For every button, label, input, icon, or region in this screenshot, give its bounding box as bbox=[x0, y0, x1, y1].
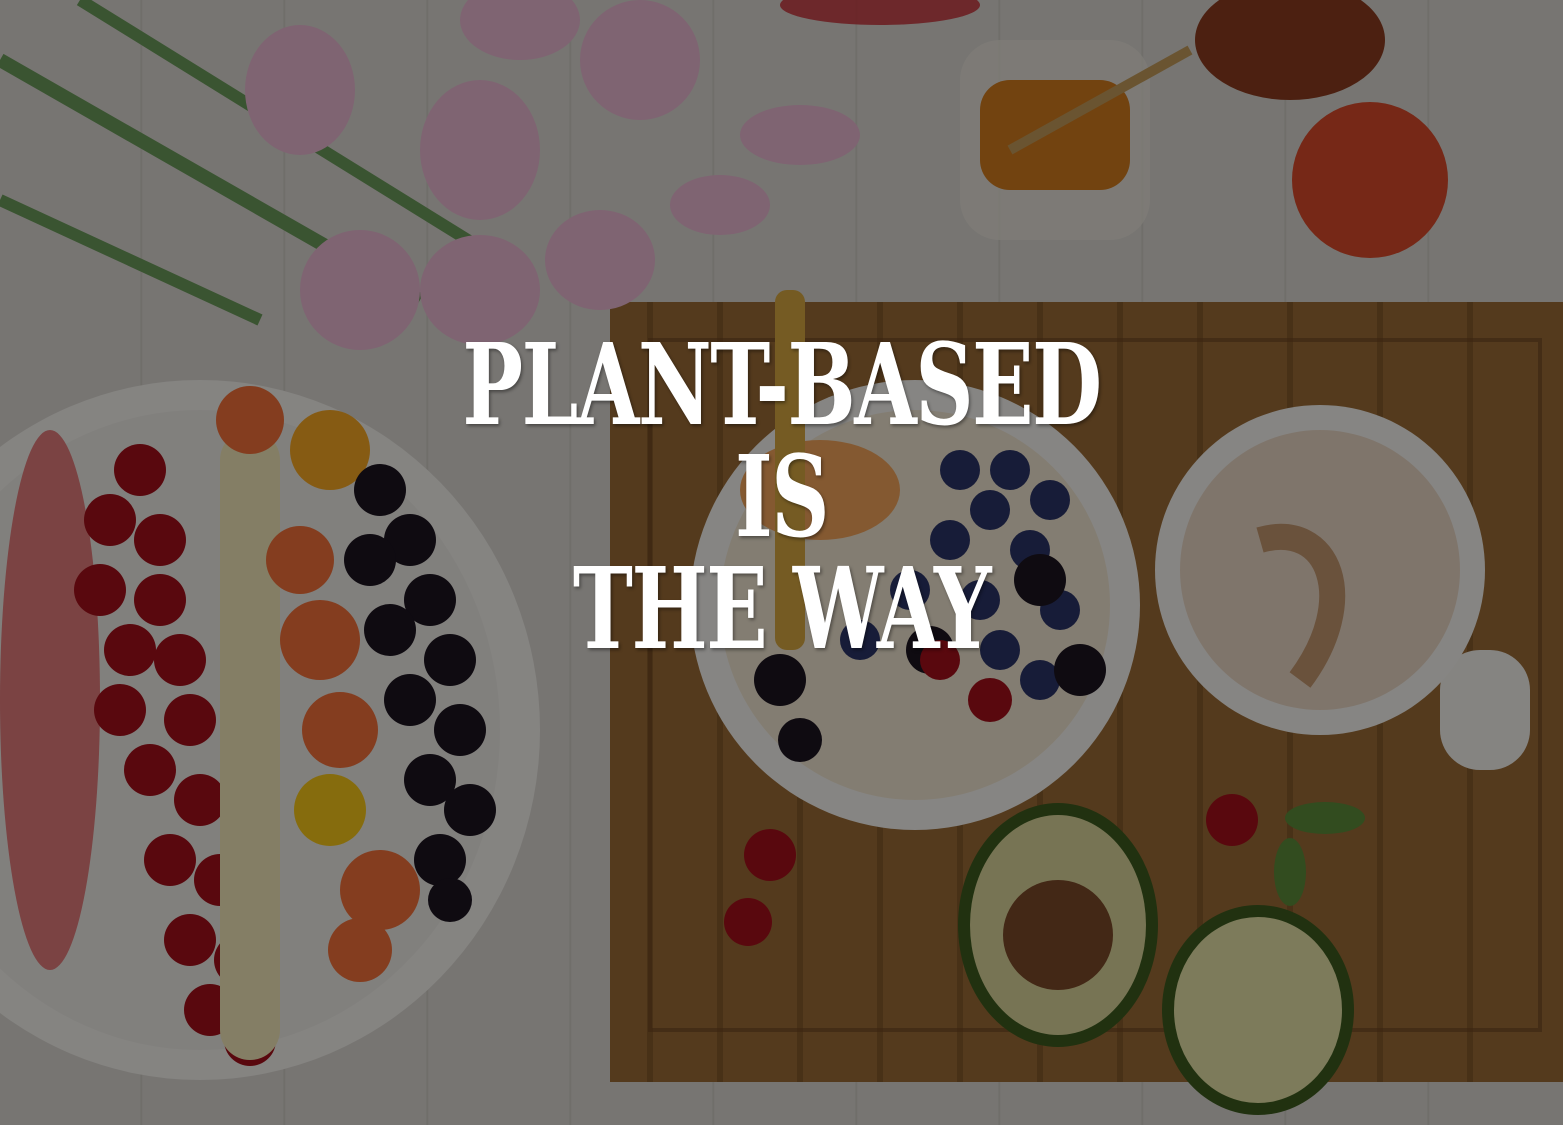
headline-line-3: THE WAY bbox=[572, 544, 992, 675]
headline-line-2: IS bbox=[734, 432, 830, 563]
headline: PLANT-BASED IS THE WAY bbox=[0, 330, 1563, 666]
headline-line-1: PLANT-BASED bbox=[462, 320, 1102, 451]
